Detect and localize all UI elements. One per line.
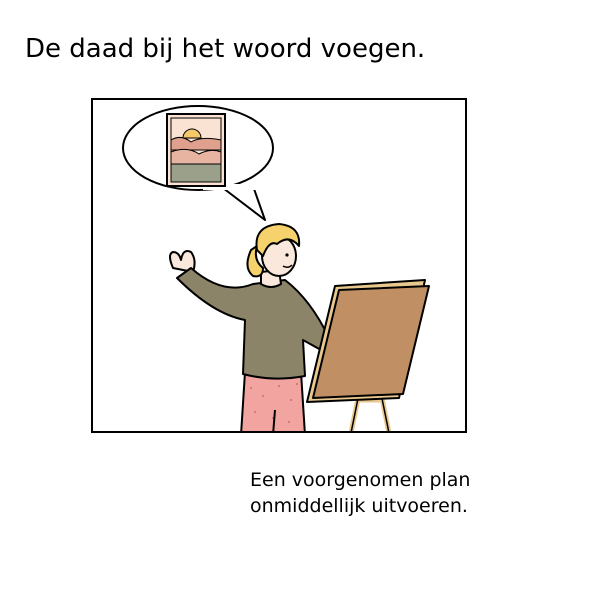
person-icon [169, 223, 330, 431]
illustration-panel [91, 98, 467, 433]
page-title: De daad bij het woord voegen. [25, 34, 426, 64]
landscape-painting-icon [166, 113, 226, 187]
caption-line-2: onmiddellijk uitvoeren. [250, 495, 468, 517]
caption-line-1: Een voorgenomen plan [250, 469, 471, 491]
illustration [122, 105, 430, 431]
caption: Een voorgenomen plan onmiddellijk uitvoe… [250, 467, 470, 519]
easel-icon [306, 279, 430, 431]
